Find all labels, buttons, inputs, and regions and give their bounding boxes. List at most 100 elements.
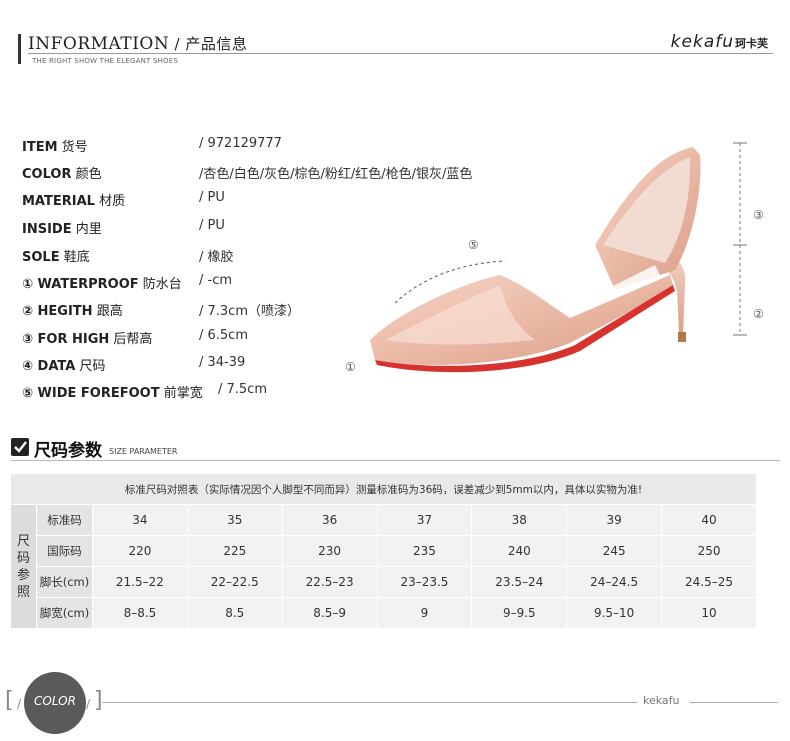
table-cell: 36 — [281, 504, 378, 536]
spec-row-material: MATERIAL 材质 — [22, 190, 125, 212]
spec-row-for-high: ③ FOR HIGH 后帮高 — [22, 328, 152, 350]
spec-row-color: COLOR 颜色 — [22, 163, 102, 185]
color-badge-label: COLOR — [34, 694, 76, 708]
footer-divider — [102, 702, 637, 703]
table-row: 脚宽(cm) 8–8.5 8.5 8.5–9 9 9–9.5 9.5–10 10 — [11, 597, 757, 629]
header-accent-bar — [18, 34, 21, 64]
row-header: 标准码 — [36, 504, 93, 536]
size-section-title: 尺码参数 — [34, 441, 102, 461]
spec-value-item: / 972129777 — [199, 136, 282, 151]
spec-key-cn: 后帮高 — [109, 332, 153, 347]
size-section-divider — [10, 460, 780, 461]
check-mark-icon — [14, 441, 27, 453]
footer-divider-right — [690, 702, 778, 703]
table-cell: 23.5–24 — [471, 566, 568, 598]
table-row: 国际码 220 225 230 235 240 245 250 — [11, 535, 757, 567]
spec-value-data: / 34-39 — [199, 355, 246, 370]
table-cell: 250 — [661, 535, 757, 567]
spec-value-inside: / PU — [199, 218, 225, 233]
spec-row-sole: SOLE 鞋底 — [22, 246, 90, 268]
table-cell: 21.5–22 — [92, 566, 188, 598]
spec-key-cn: 跟高 — [92, 304, 123, 319]
table-cell: 9–9.5 — [471, 597, 568, 629]
spec-key-cn: 颜色 — [71, 167, 102, 182]
table-cell: 40 — [661, 504, 757, 536]
marker-1: ① — [345, 360, 356, 374]
marker-2: ② — [753, 307, 764, 321]
spec-key: COLOR — [22, 167, 72, 182]
bracket-open: [ — [5, 688, 14, 713]
table-cell: 240 — [471, 535, 568, 567]
spec-key: INSIDE — [22, 222, 72, 237]
table-cell: 23–23.5 — [376, 566, 473, 598]
spec-value-material: / PU — [199, 190, 225, 205]
table-cell: 22–22.5 — [186, 566, 283, 598]
table-cell: 38 — [471, 504, 568, 536]
brand-name-cn: 珂卡芙 — [735, 37, 768, 50]
row-header: 国际码 — [36, 535, 93, 567]
table-row: 脚长(cm) 21.5–22 22–22.5 22.5–23 23–23.5 2… — [11, 566, 757, 598]
spec-row-heel-height: ② HEGITH 跟高 — [22, 300, 123, 322]
spec-key: MATERIAL — [22, 194, 95, 209]
spec-key: ⑤ WIDE FOREFOOT — [22, 386, 160, 401]
size-vertical-label: 尺 码 参 照 — [10, 504, 37, 629]
spec-key-cn: 材质 — [94, 194, 126, 209]
title-en: INFORMATION — [28, 34, 170, 54]
slash-left: / — [17, 697, 22, 711]
table-cell: 22.5–23 — [281, 566, 378, 598]
spec-key-cn: 尺码 — [75, 359, 106, 374]
vertical-char: 照 — [16, 584, 30, 600]
size-table-notice-row: 标准尺码对照表（实际情况因个人脚型不同而异）测量标准码为36码，误差减少到5mm… — [10, 473, 757, 505]
brand-logo: kekafu珂卡芙 — [671, 32, 768, 52]
spec-key: ① WATERPROOF — [22, 277, 139, 292]
table-cell: 9.5–10 — [566, 597, 663, 629]
spec-value-waterproof: / -cm — [199, 273, 233, 288]
table-cell: 220 — [92, 535, 188, 567]
spec-key: ② HEGITH — [22, 304, 93, 319]
spec-row-inside: INSIDE 内里 — [22, 218, 102, 240]
marker-5: ⑤ — [468, 238, 479, 252]
marker-3: ③ — [753, 208, 764, 222]
spec-key: ITEM — [22, 140, 58, 155]
spec-key: ③ FOR HIGH — [22, 332, 110, 347]
table-cell: 37 — [376, 504, 473, 536]
size-table-notice: 标准尺码对照表（实际情况因个人脚型不同而异）测量标准码为36码，误差减少到5mm… — [10, 473, 757, 505]
spec-key-cn: 防水台 — [138, 277, 182, 292]
table-cell: 24–24.5 — [566, 566, 663, 598]
shoe-illustration: ① ⑤ ③ ② — [335, 135, 785, 385]
spec-key-cn: 前掌宽 — [159, 386, 203, 401]
header-divider — [28, 53, 773, 54]
table-cell: 34 — [92, 504, 188, 536]
slash-right: / — [86, 697, 91, 711]
spec-key: SOLE — [22, 250, 60, 265]
table-cell: 225 — [186, 535, 283, 567]
table-cell: 8.5 — [186, 597, 283, 629]
spec-row-item: ITEM 货号 — [22, 136, 88, 158]
spec-row-wide-forefoot: ⑤ WIDE FOREFOOT 前掌宽 — [22, 382, 203, 404]
spec-value-heel-height: / 7.3cm（喷漆） — [199, 304, 300, 319]
table-cell: 24.5–25 — [661, 566, 757, 598]
size-section-subtitle: SIZE PARAMETER — [109, 447, 178, 456]
shoe-image — [370, 142, 747, 373]
table-cell: 230 — [281, 535, 378, 567]
heel-tip — [678, 332, 686, 342]
spec-row-waterproof: ① WATERPROOF 防水台 — [22, 273, 182, 295]
spec-key: ④ DATA — [22, 359, 76, 374]
row-header: 脚长(cm) — [36, 566, 93, 598]
table-cell: 10 — [661, 597, 757, 629]
title-cn: 产品信息 — [185, 35, 248, 53]
table-cell: 245 — [566, 535, 663, 567]
table-cell: 8–8.5 — [92, 597, 188, 629]
table-cell: 39 — [566, 504, 663, 536]
table-cell: 8.5–9 — [281, 597, 378, 629]
table-cell: 235 — [376, 535, 473, 567]
row-header: 脚宽(cm) — [36, 597, 93, 629]
bracket-close: ] — [94, 688, 103, 713]
spec-value-for-high: / 6.5cm — [199, 328, 248, 343]
table-cell: 9 — [376, 597, 473, 629]
vertical-char: 码 — [16, 550, 30, 566]
header-subtitle: THE RIGHT SHOW THE ELEGANT SHOES — [32, 57, 179, 65]
brand-name-en: kekafu — [670, 32, 734, 52]
spec-value-sole: / 橡胶 — [199, 250, 234, 265]
checkbox-icon — [11, 438, 29, 456]
